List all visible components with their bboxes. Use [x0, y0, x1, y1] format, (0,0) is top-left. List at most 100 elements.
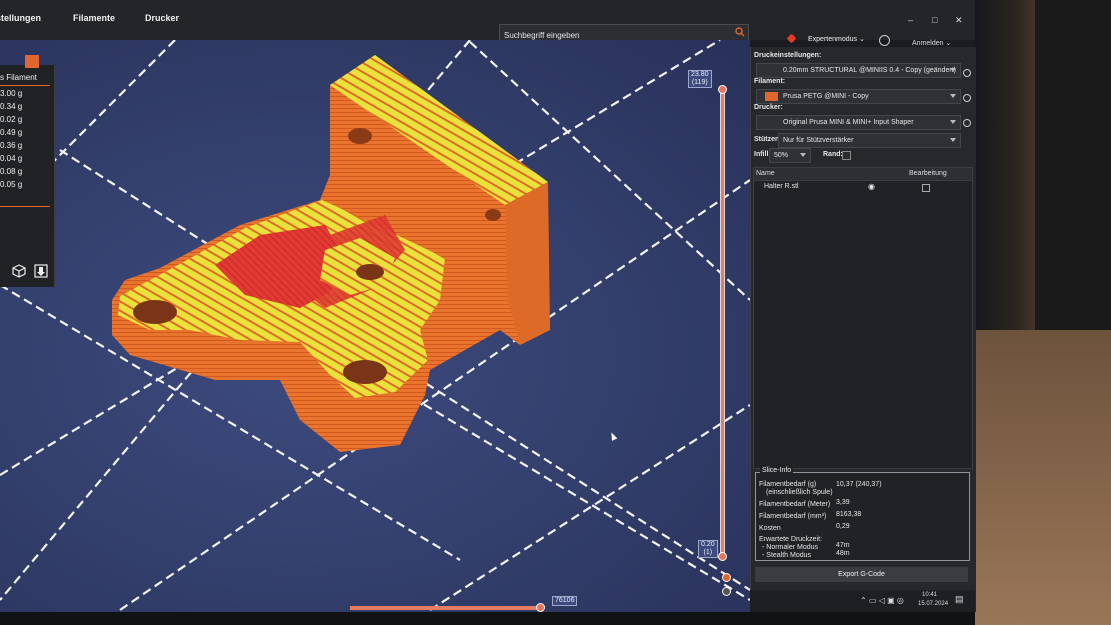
- filament-weight: 0.36 g: [0, 141, 23, 150]
- slice-info-label: - Stealth Modus: [762, 552, 812, 559]
- notification-icon[interactable]: ▤: [955, 594, 964, 605]
- settings-cog-icon[interactable]: [722, 587, 731, 596]
- eye-icon[interactable]: ◉: [868, 182, 875, 191]
- background-shadow: [1035, 0, 1111, 330]
- search-box[interactable]: [499, 24, 749, 43]
- infill-select[interactable]: 50%: [769, 148, 811, 163]
- filament-weight: 0.49 g: [0, 128, 23, 137]
- search-icon[interactable]: [735, 27, 745, 37]
- brim-checkbox[interactable]: [842, 151, 851, 160]
- filament-weight: 0.08 g: [0, 167, 23, 176]
- slice-info-value: 47m: [836, 542, 850, 549]
- bottom-layer-value: (1): [703, 549, 713, 556]
- filament-column-header: s Filament: [0, 73, 37, 82]
- close-icon[interactable]: ✕: [955, 15, 963, 26]
- supports-select[interactable]: Nur für Stützverstärker: [778, 133, 961, 148]
- layer-slider-bottom-handle[interactable]: [718, 552, 727, 561]
- chevron-down-icon: [950, 68, 956, 72]
- monitor-bezel-background: [975, 0, 1111, 625]
- object-list-header: Name Bearbeitung: [754, 168, 972, 181]
- account-icon[interactable]: [879, 35, 890, 46]
- layer-slider-top-handle[interactable]: [718, 85, 727, 94]
- object-name: Halter R.stl: [764, 183, 799, 190]
- slice-info-label: Filamentbedarf (g): [759, 481, 817, 488]
- filament-weight: 0.34 g: [0, 102, 23, 111]
- column-header-name: Name: [756, 170, 775, 177]
- tray-icons[interactable]: ⌃ ▭ ◁ ▣ ◎: [860, 596, 904, 605]
- object-list: Name Bearbeitung Halter R.stl ◉: [753, 167, 973, 469]
- chevron-down-icon: [950, 94, 956, 98]
- move-slider-label: 76106: [552, 596, 578, 606]
- printer-value: Original Prusa MINI & MINI+ Input Shaper: [783, 119, 914, 126]
- collapse-dropdown-button[interactable]: [25, 55, 39, 68]
- lock-icon[interactable]: [722, 573, 731, 582]
- filament-weight: 0.05 g: [0, 180, 23, 189]
- clock-date: 15.07.2024: [918, 601, 949, 607]
- filament-color-swatch[interactable]: [765, 92, 778, 101]
- slice-info-value: 48m: [836, 550, 850, 557]
- print-settings-value: 0.20mm STRUCTURAL @MINIIS 0.4 - Copy (ge…: [783, 67, 956, 74]
- brim-label: Rand:: [823, 151, 843, 158]
- filament-weight: 0.04 g: [0, 154, 23, 163]
- export-layer-icon[interactable]: [33, 263, 49, 279]
- printed-part-model: [112, 55, 550, 452]
- monitor-bezel-bottom: [0, 612, 975, 625]
- chevron-down-icon: [800, 153, 806, 157]
- cube-view-icon[interactable]: [11, 263, 27, 279]
- filament-select[interactable]: Prusa PETG @MINI - Copy: [756, 89, 961, 104]
- chevron-down-icon: [950, 138, 956, 142]
- export-gcode-button[interactable]: Export G-Code: [755, 567, 968, 582]
- background-floor: [975, 330, 1111, 625]
- slice-info-label: - Normaler Modus: [762, 544, 819, 551]
- slice-info-value: 10,37 (240,37): [836, 481, 882, 488]
- tab-druckeinstellungen[interactable]: stellungen: [0, 13, 41, 23]
- slice-info-value: 3,39: [836, 499, 850, 506]
- slice-info-value: 0,29: [836, 523, 850, 530]
- maximize-icon[interactable]: □: [932, 15, 937, 25]
- top-height-value: 23.80: [691, 71, 709, 78]
- layer-bottom-label: 0.20 (1): [698, 540, 718, 558]
- printer-label: Drucker:: [754, 104, 783, 111]
- move-slider-track[interactable]: [350, 606, 540, 610]
- gear-icon[interactable]: [963, 94, 971, 102]
- column-header-edit: Bearbeitung: [909, 170, 947, 177]
- slice-info-value: 8163,38: [836, 511, 862, 518]
- print-settings-select[interactable]: 0.20mm STRUCTURAL @MINIIS 0.4 - Copy (ge…: [756, 63, 961, 78]
- slice-info-label: (einschließlich Spule): [766, 489, 833, 496]
- slice-info-label: Filamentbedarf (Meter): [759, 501, 831, 508]
- mode-selector[interactable]: Expertenmodus ⌄: [808, 35, 865, 43]
- edit-checkbox[interactable]: [922, 184, 930, 192]
- divider: [0, 206, 50, 207]
- infill-value: 50%: [774, 152, 789, 159]
- clock-time: 10:41: [922, 592, 938, 598]
- filament-weight: 3.00 g: [0, 89, 23, 98]
- preview-canvas: [0, 40, 750, 611]
- minimize-icon[interactable]: –: [908, 15, 913, 25]
- layer-top-label: 23.80 (119): [688, 70, 712, 88]
- right-settings-sidebar: Druckeinstellungen: 0.20mm STRUCTURAL @M…: [750, 47, 976, 612]
- slice-info-box: Slice-Info Filamentbedarf (g) (einschlie…: [755, 467, 970, 561]
- filament-label: Filament:: [754, 78, 786, 85]
- slice-info-label: Kosten: [759, 525, 781, 532]
- table-row[interactable]: Halter R.stl ◉: [754, 182, 972, 194]
- layer-slider-track[interactable]: [720, 88, 725, 558]
- 3d-preview-viewport[interactable]: [0, 40, 750, 612]
- gear-icon[interactable]: [963, 119, 971, 127]
- windows-taskbar: ⌃ ▭ ◁ ▣ ◎ 10:41 15.07.2024 ▤: [750, 590, 975, 612]
- filament-usage-panel: s Filament 3.00 g 0.34 g 0.02 g 0.49 g 0…: [0, 55, 55, 287]
- tab-drucker[interactable]: Drucker: [145, 13, 179, 23]
- login-button[interactable]: Anmelden ⌄: [912, 39, 951, 47]
- top-toolbar: stellungen Filamente Drucker – □ ✕: [0, 0, 975, 43]
- top-layer-value: (119): [691, 79, 708, 86]
- supports-value: Nur für Stützverstärker: [783, 137, 854, 144]
- slice-info-title: Slice-Info: [760, 467, 794, 474]
- tab-filamente[interactable]: Filamente: [73, 13, 115, 23]
- print-settings-label: Druckeinstellungen:: [754, 52, 822, 59]
- slice-info-label: Filamentbedarf (mm³): [759, 513, 827, 520]
- bottom-height-value: 0.20: [701, 541, 715, 548]
- move-slider-handle[interactable]: [536, 603, 545, 612]
- gear-icon[interactable]: [963, 69, 971, 77]
- divider: [0, 85, 50, 86]
- filament-value: Prusa PETG @MINI - Copy: [783, 93, 869, 100]
- printer-select[interactable]: Original Prusa MINI & MINI+ Input Shaper: [756, 115, 961, 130]
